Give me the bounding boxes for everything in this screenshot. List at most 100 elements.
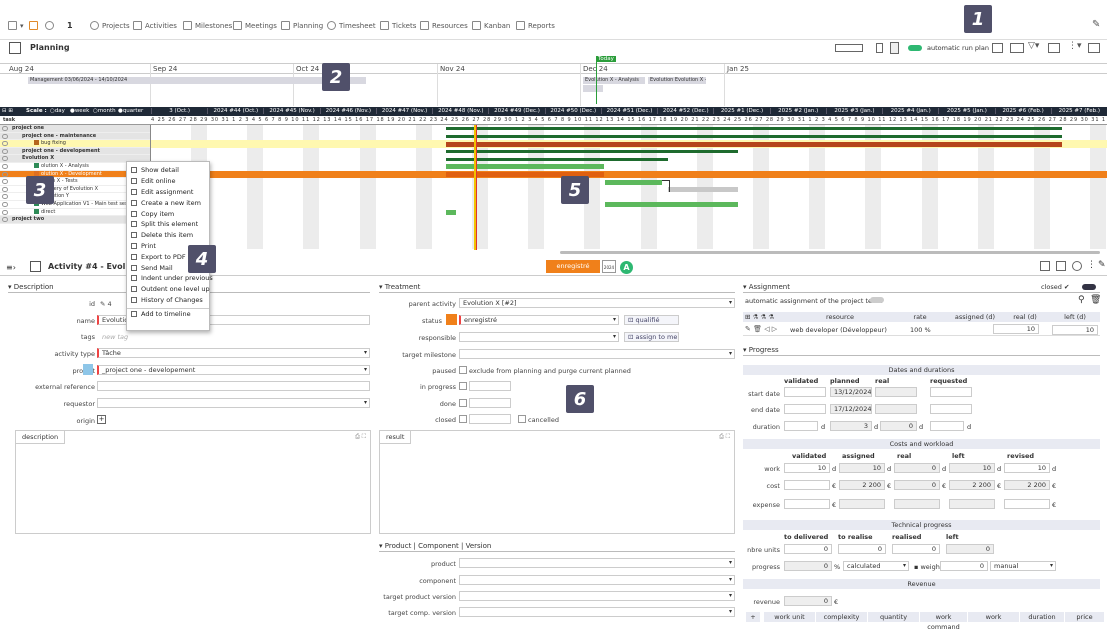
parent-activity-select[interactable]: Evolution X [#2] bbox=[459, 298, 735, 308]
nav-timesheet[interactable]: Timesheet bbox=[327, 21, 376, 30]
checklist-icon[interactable] bbox=[29, 21, 38, 30]
scale-week-radio[interactable]: ●week bbox=[70, 108, 89, 114]
task-row[interactable]: project one bbox=[0, 125, 150, 133]
requested-start-date[interactable] bbox=[930, 387, 972, 397]
cost-cell[interactable] bbox=[784, 480, 830, 490]
description-editor[interactable]: description ⎙ ⛶ bbox=[15, 430, 371, 534]
cost-cell[interactable] bbox=[784, 499, 830, 509]
nav-milestones[interactable]: Milestones bbox=[183, 21, 232, 30]
timeline-item-evolution[interactable]: Evolution Evolution X - bbox=[648, 77, 706, 84]
tags-input[interactable]: new tag bbox=[102, 333, 128, 341]
weight-mode-select[interactable]: manual bbox=[990, 561, 1056, 571]
assigned-input[interactable]: 10 bbox=[993, 324, 1039, 334]
cost-cell[interactable] bbox=[1004, 499, 1050, 509]
gantt-bar[interactable] bbox=[446, 150, 738, 154]
gantt-bar[interactable] bbox=[446, 157, 668, 161]
menu-item-copy-item[interactable]: Copy item bbox=[127, 208, 209, 219]
gantt-bar[interactable] bbox=[446, 141, 1062, 147]
gantt-scrollbar[interactable] bbox=[560, 251, 1100, 254]
done-checkbox[interactable] bbox=[459, 399, 467, 407]
collapse-all-icon[interactable]: ⊟ ⊞ bbox=[2, 108, 13, 114]
section-header[interactable]: ▾ Product | Component | Version bbox=[379, 542, 735, 552]
description-tab[interactable]: description bbox=[16, 431, 66, 444]
critical-path-icon[interactable] bbox=[835, 44, 863, 52]
task-row[interactable]: project one - maintenance bbox=[0, 132, 150, 141]
nav-resources[interactable]: Resources bbox=[420, 21, 468, 30]
menu-item-indent[interactable]: Indent under previous bbox=[127, 273, 213, 284]
closed-checkbox[interactable] bbox=[459, 415, 467, 423]
component-select[interactable] bbox=[459, 575, 735, 585]
closed-toggle[interactable] bbox=[1082, 284, 1096, 290]
status-select[interactable]: enregistré bbox=[459, 315, 619, 325]
print-icon[interactable] bbox=[876, 43, 883, 53]
section-header[interactable]: ▾ Progress bbox=[743, 346, 1100, 356]
calculator-icon[interactable] bbox=[890, 42, 899, 54]
nav-projects[interactable]: Projects bbox=[90, 21, 130, 30]
refresh-icon[interactable] bbox=[1072, 261, 1082, 271]
timeline-item-analysis[interactable]: Evolution X - Analysis bbox=[583, 77, 645, 84]
print-icon[interactable] bbox=[1040, 261, 1050, 271]
validated-start-date[interactable] bbox=[784, 387, 826, 397]
columns-icon[interactable] bbox=[1048, 43, 1060, 53]
nav-planning[interactable]: Planning bbox=[281, 21, 323, 30]
filter-icon[interactable]: ▽▾ bbox=[1028, 41, 1039, 51]
progress-mode-select[interactable]: calculated bbox=[843, 561, 909, 571]
copy-icon[interactable] bbox=[992, 43, 1003, 53]
units-realised[interactable]: 0 bbox=[892, 544, 940, 554]
menu-item-edit-assignment[interactable]: Edit assignment bbox=[127, 187, 209, 198]
result-tab[interactable]: result bbox=[380, 431, 412, 444]
in-progress-date[interactable] bbox=[469, 381, 511, 391]
gantt-bar[interactable] bbox=[605, 202, 738, 208]
menu-icon[interactable]: ≡› bbox=[6, 263, 16, 272]
menu-item-delete-item[interactable]: Delete this item bbox=[127, 230, 209, 241]
closed-date[interactable] bbox=[469, 414, 511, 424]
view-options-icon[interactable] bbox=[1010, 43, 1024, 53]
assignment-row[interactable]: ✎ 🗑 ◁ ▷ web developer (Développeur) 100 … bbox=[743, 323, 1100, 336]
qualified-button[interactable]: ⊡ qualifié bbox=[624, 315, 679, 325]
gantt-bar[interactable] bbox=[446, 164, 604, 170]
save-icon[interactable] bbox=[1056, 261, 1066, 271]
weight-input[interactable]: 0 bbox=[940, 561, 988, 571]
menu-item-split-element[interactable]: Split this element bbox=[127, 219, 209, 230]
target-comp-version-select[interactable] bbox=[459, 607, 735, 617]
task-row[interactable]: project one - developement bbox=[0, 147, 150, 156]
display-icon[interactable] bbox=[1088, 43, 1100, 53]
menu-item-history[interactable]: History of Changes bbox=[127, 295, 209, 306]
gantt-bar[interactable] bbox=[446, 134, 1062, 138]
units-to-deliver[interactable]: 0 bbox=[784, 544, 832, 554]
nav-kanban[interactable]: Kanban bbox=[472, 21, 510, 30]
row-actions-icons[interactable]: ✎ 🗑 ◁ ▷ bbox=[745, 325, 777, 333]
requested-end-date[interactable] bbox=[930, 404, 972, 414]
left-input[interactable]: 10 bbox=[1052, 325, 1098, 335]
history-icon[interactable] bbox=[45, 21, 54, 30]
gantt-bar[interactable] bbox=[605, 179, 662, 185]
cancelled-checkbox[interactable] bbox=[518, 415, 526, 423]
menu-item-outdent[interactable]: Outdent one level up bbox=[127, 284, 210, 295]
menu-item-add-timeline[interactable]: Add to timeline bbox=[127, 308, 209, 319]
project-select[interactable]: _project one - developement bbox=[97, 365, 370, 375]
timeline-item-management[interactable]: Management 03/06/2024 - 14/10/2024 bbox=[28, 77, 366, 84]
gantt-bar[interactable] bbox=[446, 209, 456, 215]
more-icon[interactable]: ⋮ bbox=[1087, 260, 1096, 270]
result-editor[interactable]: result ⎙ ⛶ bbox=[379, 430, 735, 534]
cost-cell[interactable]: 10 bbox=[1004, 463, 1050, 473]
editor-icons[interactable]: ⎙ ⛶ bbox=[355, 433, 366, 441]
add-origin-button[interactable]: + bbox=[97, 415, 106, 424]
in-progress-checkbox[interactable] bbox=[459, 382, 467, 390]
done-date[interactable] bbox=[469, 398, 511, 408]
gantt-bar[interactable] bbox=[446, 127, 1062, 131]
add-menu-button[interactable]: ▾ bbox=[8, 21, 24, 30]
pencil-icon[interactable]: ✎ bbox=[1098, 260, 1106, 270]
requestor-select[interactable] bbox=[97, 398, 370, 408]
activity-type-select[interactable]: Tâche bbox=[97, 348, 370, 358]
add-work-unit-button[interactable]: + bbox=[746, 612, 760, 622]
product-select[interactable] bbox=[459, 558, 735, 568]
menu-item-show-detail[interactable]: Show detail bbox=[127, 165, 209, 176]
validated-duration[interactable] bbox=[784, 421, 818, 431]
gantt-bar[interactable] bbox=[668, 187, 738, 193]
target-milestone-select[interactable] bbox=[459, 349, 735, 359]
pencil-icon[interactable]: ✎ bbox=[1092, 19, 1100, 30]
nav-tickets[interactable]: Tickets bbox=[380, 21, 416, 30]
scale-month-radio[interactable]: ○month bbox=[93, 108, 116, 114]
timeline-item[interactable] bbox=[583, 85, 603, 92]
